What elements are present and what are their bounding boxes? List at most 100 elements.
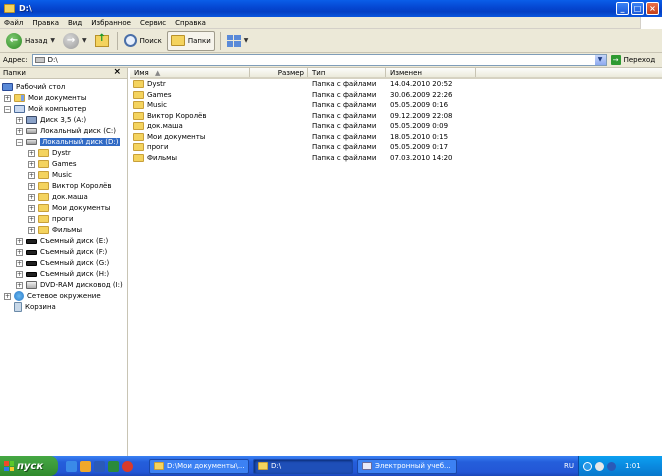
expand-icon[interactable]: + [16, 281, 23, 289]
media-player-icon[interactable] [122, 460, 133, 472]
email-icon[interactable] [80, 460, 91, 472]
tree-item-drive-a[interactable]: + Диск 3,5 (A:) [16, 115, 86, 125]
menu-favorites[interactable]: Избранное [91, 19, 131, 27]
internet-explorer-icon[interactable] [66, 460, 77, 472]
maximize-button[interactable]: □ [631, 2, 644, 15]
chevron-down-icon[interactable]: ▼ [244, 37, 249, 44]
expand-icon[interactable]: + [16, 127, 23, 135]
forward-arrow-icon: → [63, 32, 80, 49]
forward-button[interactable]: → ▼ [60, 31, 90, 51]
expand-icon[interactable]: + [28, 226, 35, 234]
tree-item-my-computer[interactable]: − Мой компьютер [4, 104, 86, 114]
close-button[interactable]: × [646, 2, 659, 15]
file-row[interactable]: Dystr Папка с файлами 14.04.2010 20:52 [130, 79, 662, 90]
tree-item-filmy[interactable]: + Фильмы [28, 225, 82, 235]
expand-icon[interactable]: + [16, 248, 23, 256]
expand-icon[interactable]: + [16, 116, 23, 124]
tree-item-network[interactable]: + Сетевое окружение [4, 291, 101, 301]
tree-item-desktop[interactable]: Рабочий стол [2, 82, 65, 92]
back-button[interactable]: ← Назад ▼ [3, 31, 58, 51]
menu-help[interactable]: Справка [175, 19, 206, 27]
windows-flag-icon [4, 461, 14, 471]
tree-item-games[interactable]: + Games [28, 159, 77, 169]
tree-item-music[interactable]: + Music [28, 170, 72, 180]
back-arrow-icon: ← [6, 32, 22, 49]
views-button[interactable]: ▼ [224, 31, 252, 51]
tree-item-dok-masha[interactable]: + док.маша [28, 192, 88, 202]
file-row[interactable]: Games Папка с файлами 30.06.2009 22:26 [130, 90, 662, 101]
collapse-icon[interactable]: − [4, 105, 11, 113]
column-header-name[interactable]: Имя ▲ [130, 68, 250, 77]
file-row[interactable]: Виктор Королёв Папка с файлами 09.12.200… [130, 111, 662, 122]
chevron-down-icon[interactable]: ▼ [594, 55, 606, 65]
tree-item-progi[interactable]: + проги [28, 214, 74, 224]
tree-item-drive-f[interactable]: + Съемный диск (F:) [16, 247, 107, 257]
language-indicator[interactable]: RU [564, 462, 574, 470]
column-header-modified[interactable]: Изменен [386, 68, 476, 77]
file-name: Фильмы [147, 153, 177, 162]
file-row[interactable]: проги Папка с файлами 05.05.2009 0:17 [130, 142, 662, 153]
menu-tools[interactable]: Сервис [140, 19, 166, 27]
folder-icon [133, 143, 144, 152]
tree-item-viktor[interactable]: + Виктор Королёв [28, 181, 112, 191]
minimize-button[interactable]: _ [616, 2, 629, 15]
folders-pane-header: Папки × [0, 67, 127, 79]
menu-edit[interactable]: Правка [32, 19, 59, 27]
expand-icon[interactable]: + [4, 292, 11, 300]
taskbar-item-my-documents[interactable]: D:\Мои документы\... [149, 458, 249, 474]
chevron-down-icon[interactable]: ▼ [50, 37, 55, 44]
expand-icon[interactable]: + [28, 215, 35, 223]
expand-icon[interactable]: + [4, 94, 11, 102]
expand-icon[interactable]: + [28, 204, 35, 212]
taskbar-item-textbook[interactable]: Электронный учеб... [357, 458, 457, 474]
go-button[interactable]: → Переход [610, 55, 655, 65]
excel-icon[interactable] [108, 460, 119, 472]
network-tray-icon[interactable] [583, 461, 592, 471]
column-header-type[interactable]: Тип [308, 68, 386, 77]
folder-icon [38, 215, 49, 223]
expand-icon[interactable]: + [28, 171, 35, 179]
start-label: пуск [17, 460, 44, 472]
file-row[interactable]: док.маша Папка с файлами 05.05.2009 0:09 [130, 121, 662, 132]
tree-item-dystr[interactable]: + Dystr [28, 148, 71, 158]
file-row[interactable]: Music Папка с файлами 05.05.2009 0:16 [130, 100, 662, 111]
tree-item-drive-d[interactable]: − Локальный диск (D:) [16, 137, 121, 147]
word-icon[interactable] [94, 460, 105, 472]
expand-icon[interactable]: + [16, 259, 23, 267]
taskbar-item-drive-d[interactable]: D:\ [253, 458, 353, 474]
expand-icon[interactable]: + [28, 182, 35, 190]
file-row[interactable]: Мои документы Папка с файлами 18.05.2010… [130, 132, 662, 143]
close-icon[interactable]: × [113, 67, 121, 77]
column-header-size[interactable]: Размер [250, 68, 308, 77]
tree-item-drive-i[interactable]: + DVD-RAM дисковод (I:) [16, 280, 123, 290]
menu-file[interactable]: Файл [4, 19, 23, 27]
tree-item-recycle-bin[interactable]: Корзина [4, 302, 56, 312]
security-icon[interactable] [607, 461, 616, 471]
folders-button[interactable]: Папки [166, 30, 215, 51]
search-button[interactable]: Поиск [121, 31, 165, 51]
folder-icon [133, 132, 144, 141]
expand-icon[interactable]: + [16, 270, 23, 278]
sort-ascending-icon: ▲ [154, 69, 161, 77]
chevron-down-icon[interactable]: ▼ [82, 37, 87, 44]
volume-icon[interactable] [595, 461, 604, 471]
menu-view[interactable]: Вид [68, 19, 82, 27]
file-row[interactable]: Фильмы Папка с файлами 07.03.2010 14:20 [130, 153, 662, 164]
tree-item-moi-dokumenty[interactable]: + Мои документы [28, 203, 110, 213]
title-bar[interactable]: D:\ _ □ × [0, 0, 662, 17]
tree-item-drive-h[interactable]: + Съемный диск (H:) [16, 269, 109, 279]
up-button[interactable] [92, 31, 112, 51]
expand-icon[interactable]: + [28, 149, 35, 157]
tree-item-drive-c[interactable]: + Локальный диск (C:) [16, 126, 116, 136]
collapse-icon[interactable]: − [16, 138, 23, 146]
expand-icon[interactable]: + [16, 237, 23, 245]
folder-icon [38, 193, 49, 201]
address-input[interactable]: D:\ ▼ [31, 54, 607, 66]
start-button[interactable]: пуск [0, 456, 58, 476]
expand-icon[interactable]: + [28, 160, 35, 168]
tree-item-drive-e[interactable]: + Съемный диск (E:) [16, 236, 108, 246]
expand-icon[interactable]: + [28, 193, 35, 201]
tree-item-my-documents[interactable]: + Мои документы [4, 93, 86, 103]
tree-item-drive-g[interactable]: + Съемный диск (G:) [16, 258, 109, 268]
tree-item-label: Корзина [25, 303, 56, 311]
